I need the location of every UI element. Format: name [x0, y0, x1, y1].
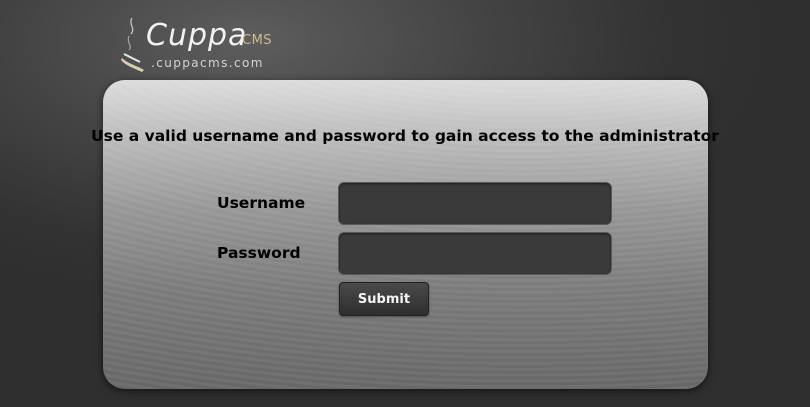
cuppa-cms-logo: Cuppa CMS .cuppacms.com: [120, 14, 290, 74]
username-label: Username: [217, 194, 306, 212]
logo-url: .cuppacms.com: [151, 56, 264, 70]
logo-cms-suffix: CMS: [242, 33, 273, 48]
password-label: Password: [217, 244, 301, 262]
password-input[interactable]: [338, 232, 612, 275]
submit-button[interactable]: Submit: [339, 282, 429, 316]
username-input[interactable]: [338, 182, 612, 225]
logo-name: Cuppa: [146, 18, 248, 53]
login-instructions: Use a valid username and password to gai…: [91, 127, 719, 145]
coffee-cup-icon: [121, 17, 144, 72]
